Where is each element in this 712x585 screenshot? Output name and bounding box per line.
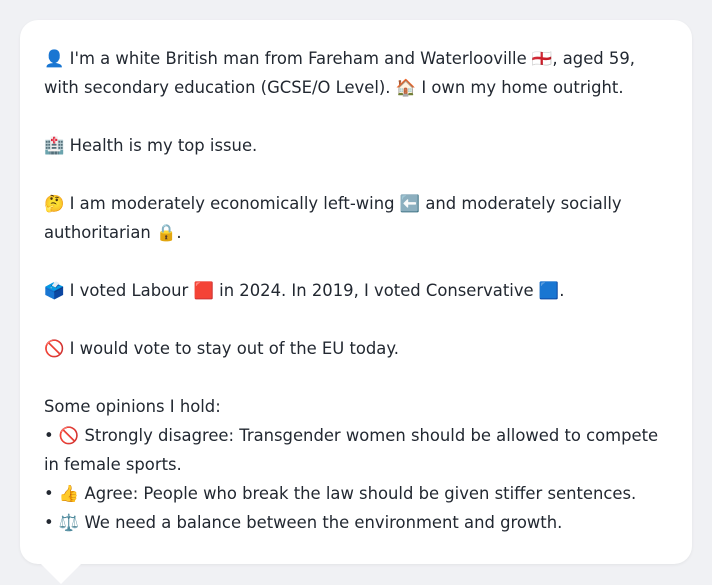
opinion-item: • ⚖️ We need a balance between the envir…: [44, 508, 668, 537]
bullet-icon: •: [44, 513, 54, 532]
opinion-item: • 🚫 Strongly disagree: Transgender women…: [44, 421, 668, 479]
ideology-paragraph: 🤔 I am moderately economically left-wing…: [44, 189, 668, 247]
top-issue-paragraph: 🏥 Health is my top issue.: [44, 131, 668, 160]
ballot-box-icon: 🗳️: [44, 281, 65, 300]
house-icon: 🏠: [395, 78, 417, 97]
left-arrow-icon: ⬅️: [399, 194, 421, 213]
hospital-icon: 🏥: [44, 136, 65, 155]
opinion-text: Strongly disagree: Transgender women sho…: [44, 426, 659, 474]
period-text: .: [559, 281, 565, 300]
voting-history-paragraph: 🗳️ I voted Labour 🟥 in 2024. In 2019, I …: [44, 276, 668, 305]
vote-2024-text: I voted Labour: [69, 281, 189, 300]
eu-position-text: I would vote to stay out of the EU today…: [69, 339, 399, 358]
persona-card: 👤 I'm a white British man from Fareham a…: [20, 20, 692, 564]
thumbs-up-icon: 👍: [58, 484, 80, 503]
opinions-heading: Some opinions I hold:: [44, 397, 221, 416]
speech-bubble-tail: [40, 563, 82, 584]
prohibited-icon: 🚫: [58, 426, 80, 445]
england-flag-icon: 🏴󠁧󠁢󠁥󠁮󠁧󠁿: [531, 49, 553, 68]
demographics-text: I'm a white British man from Fareham and…: [69, 49, 527, 68]
opinion-text: Agree: People who break the law should b…: [84, 484, 637, 503]
red-square-icon: 🟥: [193, 281, 214, 300]
home-ownership-text: I own my home outright.: [421, 78, 624, 97]
eu-position-paragraph: 🚫 I would vote to stay out of the EU tod…: [44, 334, 668, 363]
person-icon: 👤: [44, 49, 65, 68]
bullet-icon: •: [44, 484, 54, 503]
vote-2019-text: in 2024. In 2019, I voted Conservative: [219, 281, 534, 300]
blue-square-icon: 🟦: [538, 281, 560, 300]
thinking-face-icon: 🤔: [44, 194, 65, 213]
balance-scale-icon: ⚖️: [58, 513, 80, 532]
opinion-text: We need a balance between the environmen…: [84, 513, 563, 532]
demographics-paragraph: 👤 I'm a white British man from Fareham a…: [44, 44, 668, 102]
lock-icon: 🔒: [155, 223, 177, 242]
opinion-item: • 👍 Agree: People who break the law shou…: [44, 479, 668, 508]
prohibited-icon: 🚫: [44, 339, 65, 358]
opinions-section: Some opinions I hold: • 🚫 Strongly disag…: [44, 392, 668, 537]
top-issue-text: Health is my top issue.: [69, 136, 258, 155]
economic-position-text: I am moderately economically left-wing: [69, 194, 395, 213]
bullet-icon: •: [44, 426, 54, 445]
period-text: .: [176, 223, 182, 242]
